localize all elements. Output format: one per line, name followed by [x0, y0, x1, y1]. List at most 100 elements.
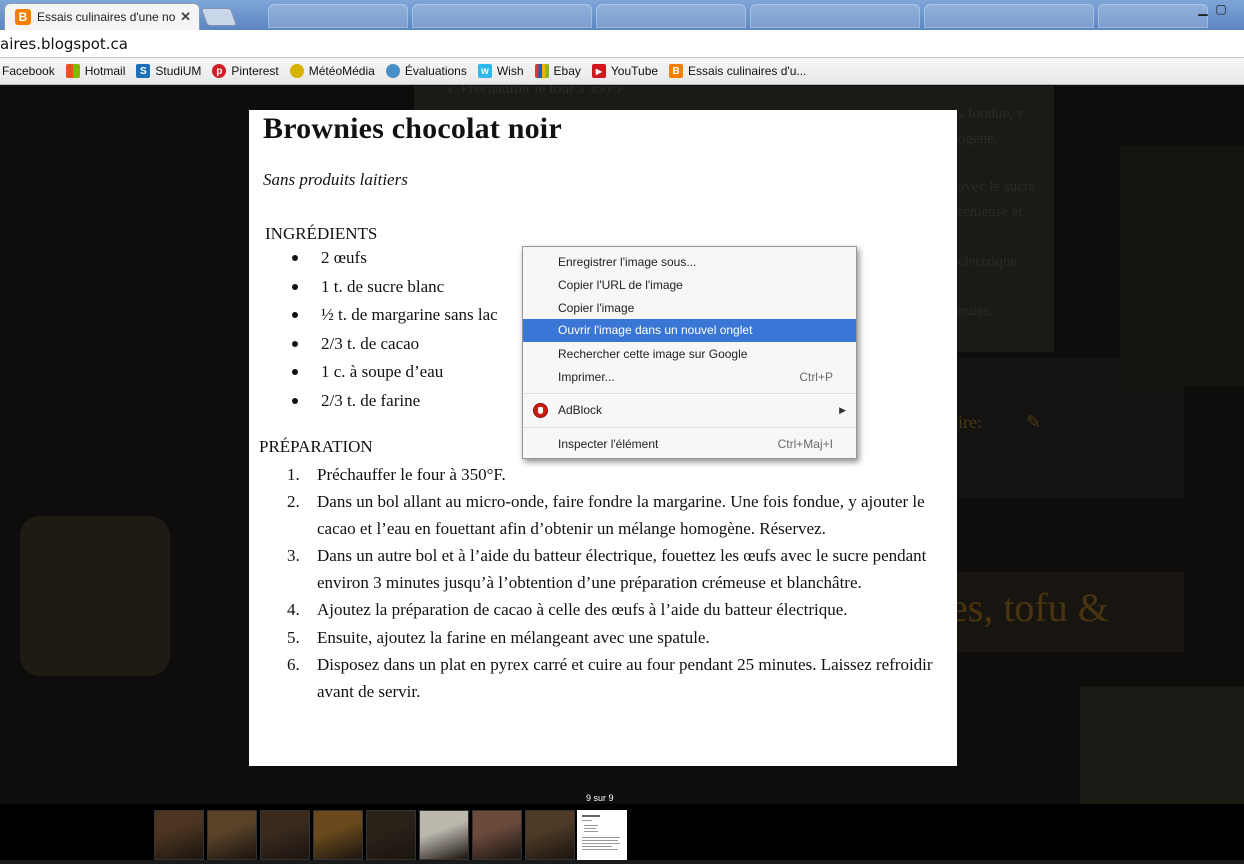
background-tab[interactable] [412, 4, 592, 28]
blogger-icon: B [15, 9, 31, 25]
ingredients-heading: INGRÉDIENTS [265, 224, 378, 243]
tab-active[interactable]: B Essais culinaires d'une noi ✕ [4, 3, 200, 30]
list-item: 3. Dans un autre bol et à l’aide du batte… [287, 546, 927, 593]
bookmark-hotmail[interactable]: Hotmail [65, 64, 126, 78]
gallery-thumbnail[interactable] [154, 810, 204, 860]
evaluations-icon [385, 64, 400, 78]
bg-text: s fondue, y [958, 106, 1025, 122]
menu-separator [524, 393, 856, 394]
menu-item-search-image-google[interactable]: Rechercher cette image sur Google [523, 343, 856, 366]
blogger-icon: B [669, 64, 684, 78]
wish-icon: w [477, 64, 492, 78]
gallery-thumbnail[interactable] [472, 810, 522, 860]
preparation-heading: PRÉPARATION [259, 437, 373, 456]
tab-title: Essais culinaires d'une noi [37, 10, 177, 24]
shortcut-label: Ctrl+P [799, 370, 833, 384]
background-tab[interactable] [1098, 4, 1208, 28]
bg-text: rémeuse et [958, 204, 1023, 220]
youtube-icon: ▶ [591, 64, 606, 78]
background-tab[interactable] [596, 4, 746, 28]
pencil-icon: ✎ [1026, 412, 1042, 432]
list-item: 2/3 t. de farine [289, 391, 498, 420]
bookmark-label: Hotmail [84, 64, 126, 78]
bookmark-label: YouTube [610, 64, 659, 78]
bookmark-label: Wish [496, 64, 524, 78]
adblock-icon [533, 403, 548, 418]
bg-text: nutes. [958, 303, 994, 319]
background-tab[interactable] [268, 4, 408, 28]
recipe-thumbnail-preview [582, 815, 620, 850]
bookmark-label: Évaluations [404, 64, 467, 78]
bg-text: ire: [958, 412, 982, 432]
bookmark-label: MétéoMédia [308, 64, 375, 78]
thumbnail-strip [0, 804, 1244, 864]
bookmark-evaluations[interactable]: Évaluations [385, 64, 467, 78]
ebay-icon [534, 64, 549, 78]
bookmark-label: Pinterest [231, 64, 279, 78]
bookmark-ebay[interactable]: Ebay [534, 64, 581, 78]
list-item: 6. Disposez dans un plat en pyrex carré e… [287, 655, 933, 701]
context-menu: Enregistrer l'image sous... Copier l'URL… [522, 246, 857, 459]
gallery-thumbnail[interactable] [366, 810, 416, 860]
background-tab[interactable] [750, 4, 920, 28]
windows-icon [65, 64, 80, 78]
menu-item-adblock[interactable]: AdBlock ▶ [523, 399, 856, 422]
gallery-thumbnail[interactable] [313, 810, 363, 860]
bookmark-studium[interactable]: S StudiUM [136, 64, 201, 78]
list-item: 1. Préchauffer le four à 350°F. [287, 465, 506, 484]
gallery-thumbnail[interactable] [419, 810, 469, 860]
gallery-thumbnail-selected[interactable] [577, 810, 627, 860]
minimize-icon[interactable]: ▁ [1196, 2, 1210, 20]
menu-item-save-image[interactable]: Enregistrer l'image sous... [523, 251, 856, 274]
list-item: 1 t. de sucre blanc [289, 277, 498, 306]
bookmark-label: StudiUM [155, 64, 202, 78]
background-tab[interactable] [924, 4, 1094, 28]
menu-item-open-image-new-tab[interactable]: Ouvrir l'image dans un nouvel onglet [523, 319, 856, 342]
gallery-thumbnail[interactable] [525, 810, 575, 860]
new-tab-button[interactable] [200, 8, 238, 26]
studium-icon: S [136, 64, 151, 78]
preparation-steps: 1. Préchauffer le four à 350°F. 2. Dans un… [277, 462, 952, 706]
address-bar[interactable]: aires.blogspot.ca [0, 30, 1244, 58]
bg-heading: es, tofu & [950, 585, 1109, 630]
recipe-title: Brownies chocolat noir [263, 112, 562, 145]
bookmark-pinterest[interactable]: p Pinterest [212, 64, 279, 78]
bg-text: 1. Préchauffer le four à 350°F. [446, 86, 628, 97]
bg-photo [1120, 146, 1244, 386]
bg-photo [1080, 686, 1244, 804]
list-item: ½ t. de margarine sans lac [289, 305, 498, 334]
bookmark-wish[interactable]: w Wish [477, 64, 524, 78]
menu-item-copy-image-url[interactable]: Copier l'URL de l'image [523, 274, 856, 297]
bg-text: avec le sucre [958, 179, 1036, 195]
shortcut-label: Ctrl+Maj+I [777, 437, 833, 451]
list-item: 1 c. à soupe d’eau [289, 362, 498, 391]
gallery-thumbnail[interactable] [207, 810, 257, 860]
list-item: 4. Ajoutez la préparation de cacao à cell… [287, 600, 848, 620]
bookmark-label: Ebay [553, 64, 581, 78]
ingredients-list: 2 œufs 1 t. de sucre blanc ½ t. de marga… [289, 248, 498, 419]
bookmark-youtube[interactable]: ▶ YouTube [591, 64, 659, 78]
submenu-arrow-icon: ▶ [839, 405, 846, 415]
close-icon[interactable]: ✕ [180, 9, 191, 25]
gallery-counter: 9 sur 9 [586, 793, 614, 803]
bookmark-essais-culinaires[interactable]: B Essais culinaires d'u... [669, 64, 806, 78]
pinterest-icon: p [212, 64, 227, 78]
bookmark-label: Facebook [2, 64, 55, 78]
menu-item-copy-image[interactable]: Copier l'image [523, 297, 856, 320]
bg-text: électrique. [958, 254, 1021, 270]
gallery-thumbnail[interactable] [260, 810, 310, 860]
bg-photo [20, 516, 170, 676]
tab-strip: B Essais culinaires d'une noi ✕ ▁ ▢ [0, 0, 1244, 30]
menu-item-inspect-element[interactable]: Inspecter l'élément Ctrl+Maj+I [523, 433, 856, 456]
bookmark-facebook[interactable]: Facebook [2, 64, 55, 78]
list-item: 2 œufs [289, 248, 498, 277]
recipe-subtitle: Sans produits laitiers [263, 170, 408, 189]
bookmarks-bar: Facebook Hotmail S StudiUM p Pinterest M… [0, 58, 1244, 85]
bg-text: ogène. [958, 131, 998, 147]
url-text[interactable]: aires.blogspot.ca [0, 35, 128, 53]
bookmark-meteomedia[interactable]: MétéoMédia [289, 64, 375, 78]
list-item: 2. Dans un bol allant au micro-onde, fair… [287, 492, 925, 539]
menu-item-print[interactable]: Imprimer... Ctrl+P [523, 366, 856, 389]
maximize-icon[interactable]: ▢ [1214, 2, 1228, 20]
list-item: 5. Ensuite, ajoutez la farine en mélangea… [287, 627, 710, 647]
